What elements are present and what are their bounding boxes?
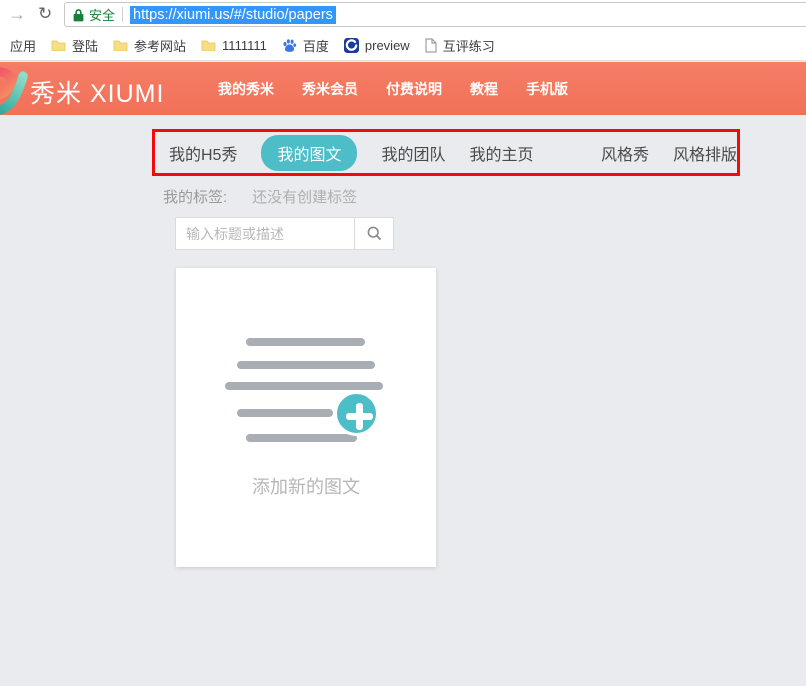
tab-style-layout[interactable]: 风格排版 [673, 141, 737, 165]
lock-icon [73, 8, 84, 22]
nav-membership[interactable]: 秀米会员 [302, 79, 358, 99]
bookmark-item[interactable]: 登陆 [51, 36, 98, 55]
apps-label: 应用 [10, 36, 36, 55]
bookmark-item[interactable]: 1111111 [201, 38, 267, 53]
placeholder-line [246, 338, 365, 346]
bookmark-item[interactable]: 百度 [282, 36, 329, 55]
baidu-icon [282, 38, 297, 53]
browser-toolbar: → ↻ 安全 https://xiumi.us/#/studio/papers [0, 0, 806, 30]
site-header: 秀米 XIUMI 我的秀米 秀米会员 付费说明 教程 手机版 [0, 62, 806, 115]
folder-icon [201, 39, 216, 51]
search-button[interactable] [354, 218, 393, 249]
tab-my-team[interactable]: 我的团队 [381, 141, 445, 165]
brand-title[interactable]: 秀米 XIUMI [30, 74, 164, 110]
tags-row: 我的标签: 还没有创建标签 [163, 186, 357, 207]
nav-tutorial[interactable]: 教程 [470, 79, 498, 99]
forward-icon[interactable]: → [8, 3, 26, 25]
bookmark-label: 互评练习 [443, 36, 495, 55]
nav-mobile[interactable]: 手机版 [526, 79, 568, 99]
bookmarks-bar: 应用 登陆 参考网站 1111111 百度 preview [0, 30, 806, 61]
preview-icon [344, 38, 359, 53]
add-plus-icon[interactable] [334, 391, 379, 436]
add-paper-card[interactable]: 添加新的图文 [176, 268, 436, 567]
placeholder-line [237, 409, 333, 417]
placeholder-line [237, 361, 375, 369]
nav-pricing[interactable]: 付费说明 [386, 79, 442, 99]
search-box [175, 217, 394, 250]
annotation-rectangle: 我的H5秀 我的图文 我的团队 我的主页 风格秀 风格排版 [152, 129, 740, 176]
tags-label: 我的标签: [163, 186, 227, 207]
page-icon [425, 38, 437, 53]
tab-my-homepage[interactable]: 我的主页 [470, 141, 534, 165]
tab-my-papers[interactable]: 我的图文 [261, 135, 357, 171]
bookmark-item[interactable]: 互评练习 [425, 36, 495, 55]
placeholder-line [246, 434, 357, 442]
bookmark-label: 1111111 [222, 38, 267, 53]
bookmark-label: 百度 [303, 36, 329, 55]
bookmark-item[interactable]: preview [344, 38, 410, 53]
bookmark-item[interactable]: 参考网站 [113, 36, 186, 55]
tab-bar: 我的H5秀 我的图文 我的团队 我的主页 风格秀 风格排版 [155, 132, 737, 173]
search-input[interactable] [176, 218, 354, 249]
placeholder-line [225, 382, 383, 390]
add-card-label: 添加新的图文 [176, 473, 436, 499]
address-divider [122, 7, 123, 22]
tags-empty-text: 还没有创建标签 [252, 186, 357, 207]
tab-my-h5[interactable]: 我的H5秀 [169, 141, 237, 165]
address-bar[interactable]: 安全 https://xiumi.us/#/studio/papers [64, 2, 806, 27]
security-label: 安全 [89, 5, 115, 24]
apps-shortcut[interactable]: 应用 [10, 36, 36, 55]
search-icon [366, 225, 383, 242]
bookmark-label: 登陆 [72, 36, 98, 55]
bookmark-label: 参考网站 [134, 36, 186, 55]
tab-style-show[interactable]: 风格秀 [601, 141, 649, 165]
plus-vertical [356, 403, 363, 430]
bookmark-label: preview [365, 38, 410, 53]
site-nav: 我的秀米 秀米会员 付费说明 教程 手机版 [218, 62, 568, 115]
folder-icon [113, 39, 128, 51]
url-text[interactable]: https://xiumi.us/#/studio/papers [130, 6, 336, 24]
nav-my-xiumi[interactable]: 我的秀米 [218, 79, 274, 99]
refresh-icon[interactable]: ↻ [38, 3, 52, 25]
folder-icon [51, 39, 66, 51]
